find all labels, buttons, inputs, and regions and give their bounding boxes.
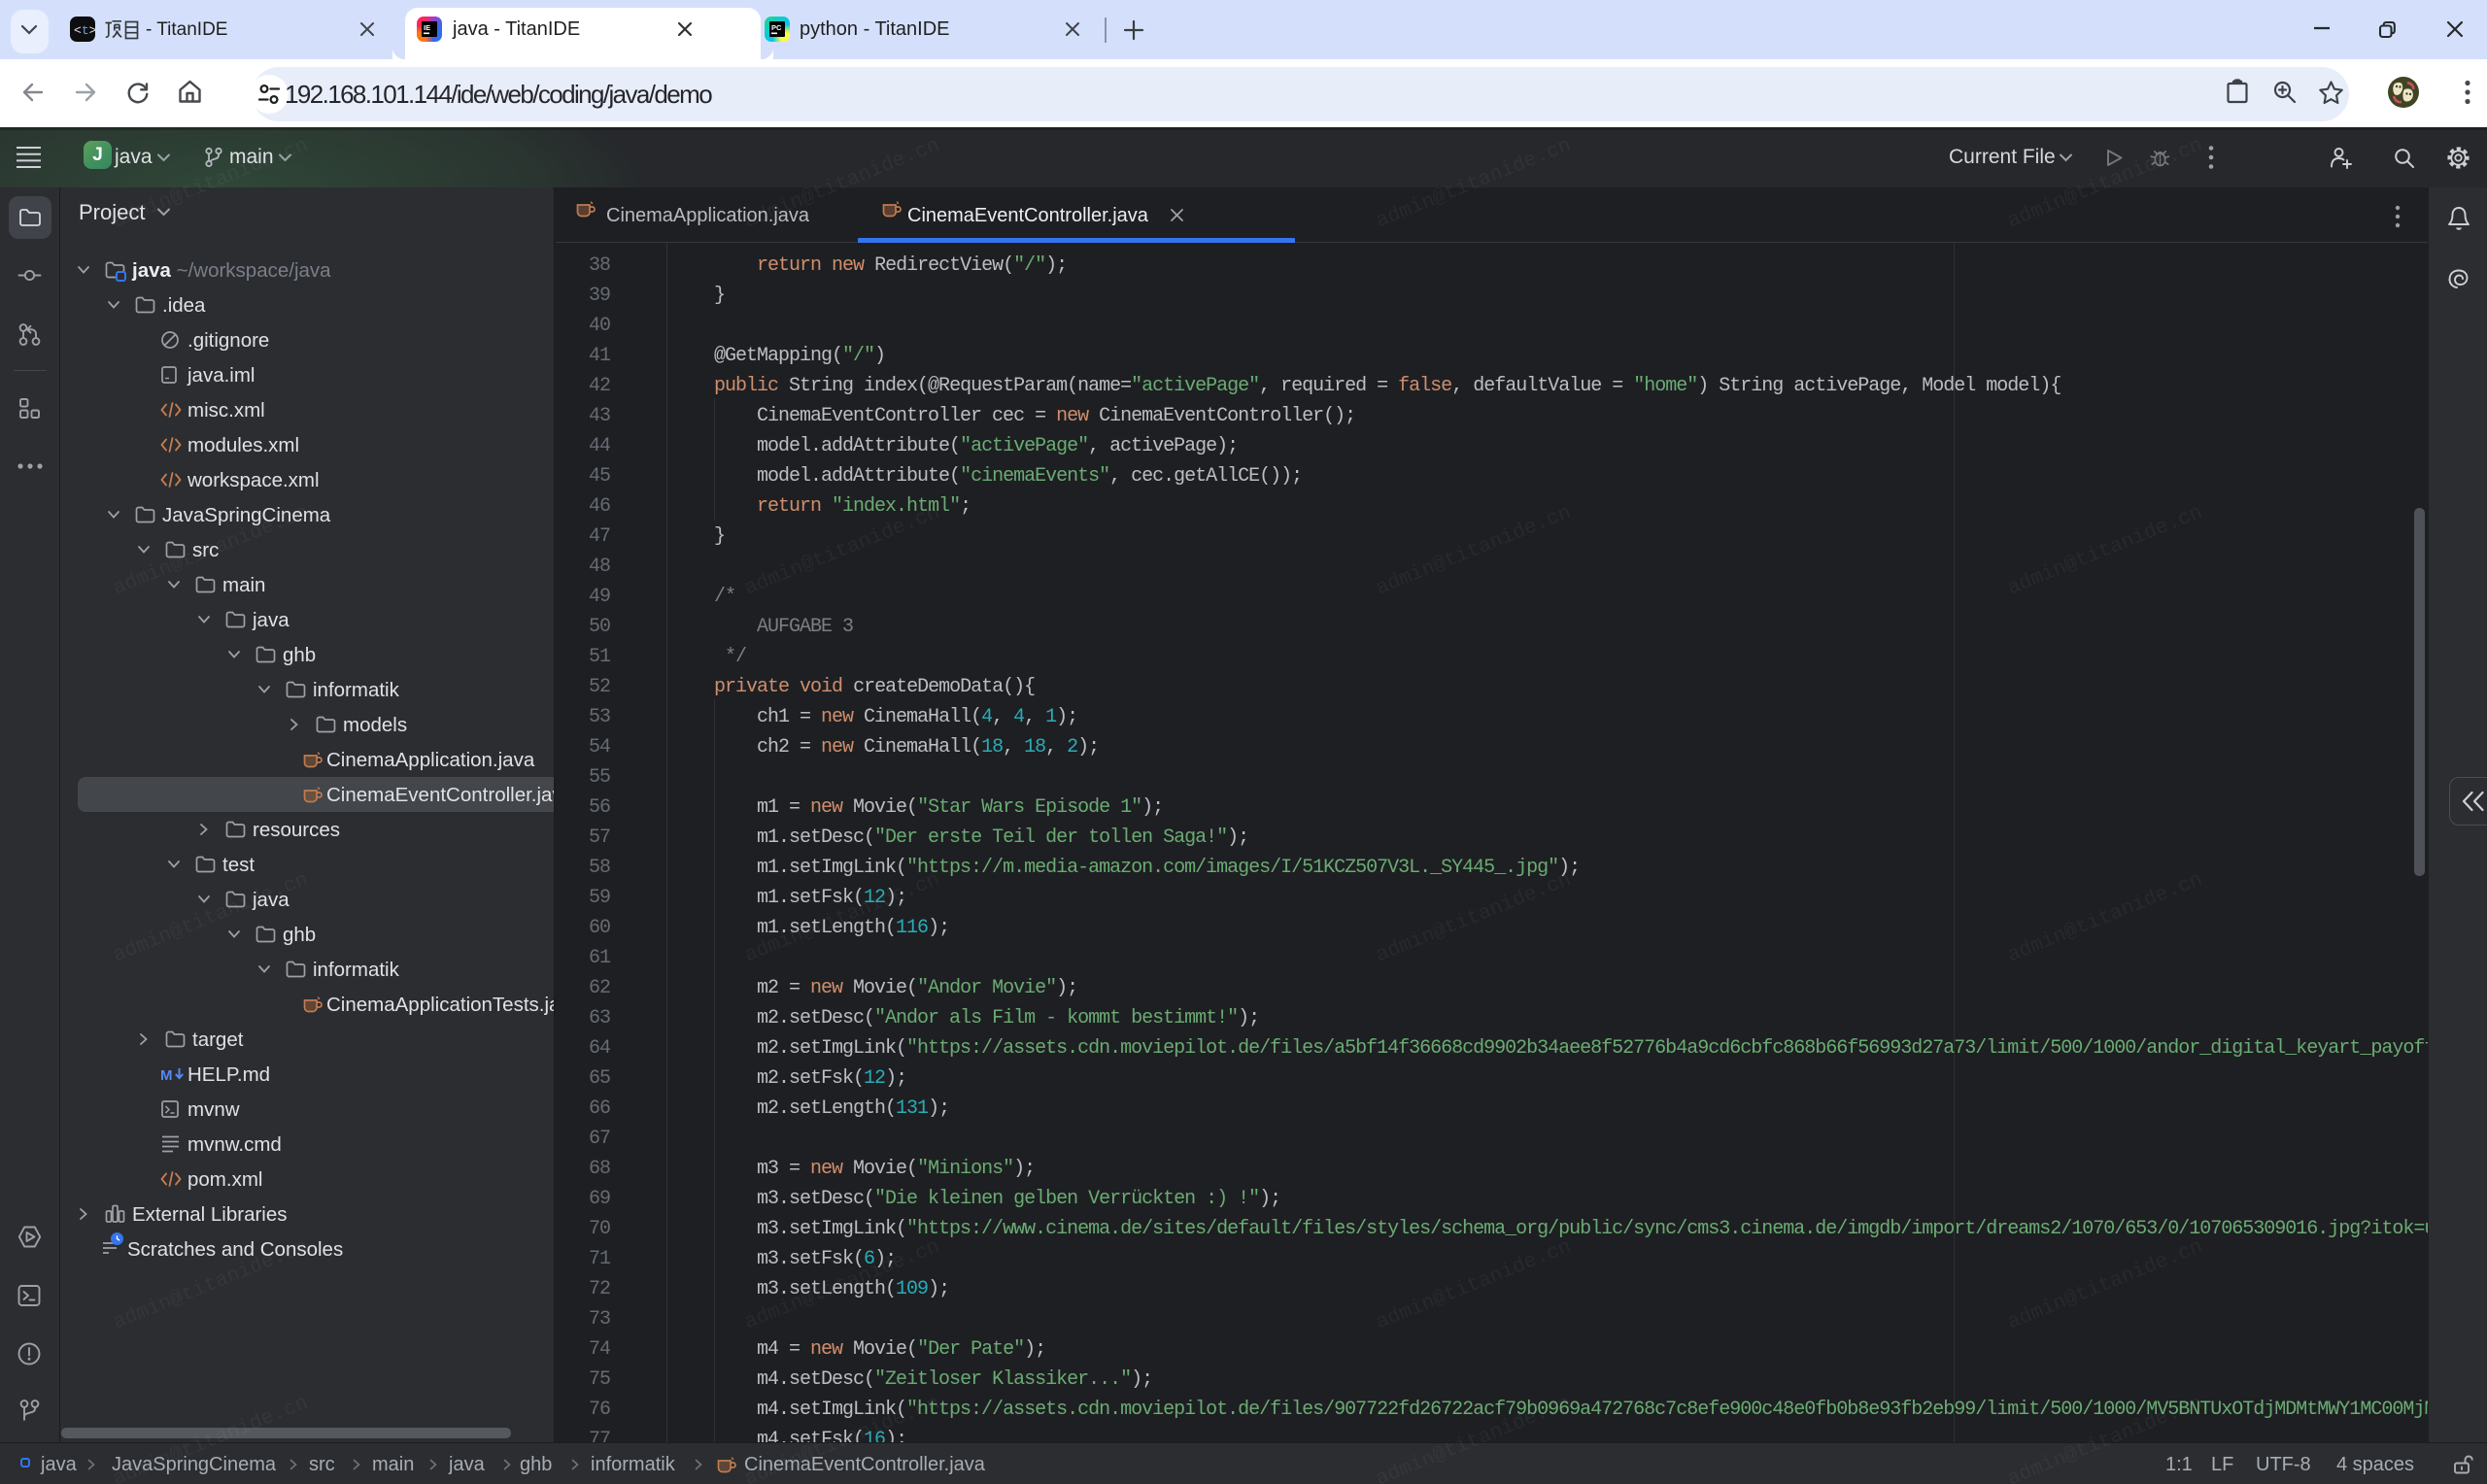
svg-text:<t>: <t> <box>74 23 95 38</box>
svg-text:M: M <box>160 1067 173 1083</box>
svg-text:PC: PC <box>771 23 782 32</box>
svg-text:IE: IE <box>424 23 430 32</box>
